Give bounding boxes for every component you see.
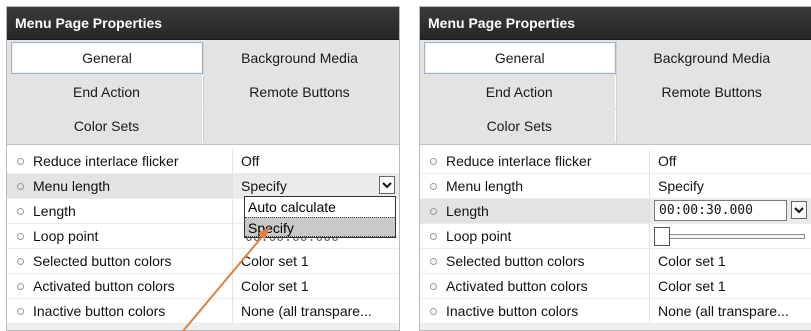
slider-thumb[interactable] xyxy=(654,227,670,246)
tab-color-sets[interactable]: Color Sets xyxy=(424,110,616,142)
tab-remote-buttons[interactable]: Remote Buttons xyxy=(615,76,808,108)
length-time-input[interactable]: 00:00:30.000 xyxy=(654,200,787,221)
chevron-down-icon[interactable] xyxy=(791,201,807,219)
circle-bullet-icon xyxy=(430,257,437,265)
property-name: Loop point xyxy=(33,228,99,244)
tab-general[interactable]: General xyxy=(424,42,616,74)
menu-length-selected-value: Specify xyxy=(241,178,287,194)
menu-length-select[interactable]: Specify xyxy=(233,174,399,198)
property-name: Menu length xyxy=(33,178,111,194)
property-value[interactable]: Color set 1 xyxy=(233,274,399,298)
property-value[interactable]: Color set 1 xyxy=(233,249,399,273)
tab-general[interactable]: General xyxy=(11,42,203,74)
circle-bullet-icon xyxy=(430,282,437,290)
circle-bullet-icon xyxy=(430,182,437,190)
slider-track[interactable] xyxy=(654,234,805,239)
circle-bullet-icon xyxy=(17,207,24,215)
tab-empty-slot xyxy=(615,110,808,142)
property-name: Activated button colors xyxy=(446,278,588,294)
tab-strip: General Background Media End Action Remo… xyxy=(7,40,399,145)
tab-background-media[interactable]: Background Media xyxy=(615,42,808,74)
circle-bullet-icon xyxy=(17,307,24,315)
tab-empty-slot xyxy=(203,110,395,142)
property-row-selected-button-colors[interactable]: Selected button colors Color set 1 xyxy=(420,249,811,274)
property-row-reduce-interlace-flicker[interactable]: Reduce interlace flicker Off xyxy=(420,149,811,174)
property-row-inactive-button-colors[interactable]: Inactive button colors None (all transpa… xyxy=(420,299,811,324)
tab-remote-buttons[interactable]: Remote Buttons xyxy=(203,76,395,108)
panel-title: Menu Page Properties xyxy=(420,7,811,40)
circle-bullet-icon xyxy=(17,257,24,265)
circle-bullet-icon xyxy=(17,157,24,165)
menu-page-properties-panel-right: Menu Page Properties General Background … xyxy=(419,6,811,331)
circle-bullet-icon xyxy=(430,307,437,315)
property-value[interactable]: Specify xyxy=(650,174,811,198)
property-row-menu-length[interactable]: Menu length Specify xyxy=(420,174,811,199)
tab-strip: General Background Media End Action Remo… xyxy=(420,40,811,145)
property-name: Length xyxy=(33,203,76,219)
chevron-down-icon[interactable] xyxy=(379,176,395,194)
property-value[interactable]: Color set 1 xyxy=(650,274,811,298)
property-value[interactable]: Off xyxy=(233,149,399,173)
property-row-length[interactable]: Length 00:00:30.000 xyxy=(420,199,811,224)
property-name: Reduce interlace flicker xyxy=(33,153,179,169)
tab-end-action[interactable]: End Action xyxy=(424,76,616,108)
length-time-editor[interactable]: 00:00:30.000 xyxy=(650,199,811,223)
property-grid: Reduce interlace flicker Off Menu length… xyxy=(420,145,811,324)
tab-color-sets[interactable]: Color Sets xyxy=(11,110,203,142)
property-name: Menu length xyxy=(446,178,524,194)
dropdown-option-specify[interactable]: Specify xyxy=(245,217,395,237)
circle-bullet-icon xyxy=(17,182,24,190)
panel-title: Menu Page Properties xyxy=(7,7,399,40)
circle-bullet-icon xyxy=(430,232,437,240)
property-value[interactable]: Off xyxy=(650,149,811,173)
property-name: Inactive button colors xyxy=(33,303,166,319)
property-value[interactable]: Color set 1 xyxy=(650,249,811,273)
property-row-loop-point[interactable]: Loop point xyxy=(420,224,811,249)
property-name: Loop point xyxy=(446,228,512,244)
property-row-activated-button-colors[interactable]: Activated button colors Color set 1 xyxy=(7,274,399,299)
circle-bullet-icon xyxy=(430,157,437,165)
property-name: Length xyxy=(446,203,489,219)
circle-bullet-icon xyxy=(17,232,24,240)
property-row-activated-button-colors[interactable]: Activated button colors Color set 1 xyxy=(420,274,811,299)
circle-bullet-icon xyxy=(430,207,437,215)
tab-background-media[interactable]: Background Media xyxy=(203,42,395,74)
property-name: Reduce interlace flicker xyxy=(446,153,592,169)
circle-bullet-icon xyxy=(17,282,24,290)
property-name: Inactive button colors xyxy=(446,303,579,319)
property-name: Selected button colors xyxy=(33,253,172,269)
loop-point-slider[interactable] xyxy=(650,224,811,248)
property-row-inactive-button-colors[interactable]: Inactive button colors None (all transpa… xyxy=(7,299,399,324)
dropdown-option-auto-calculate[interactable]: Auto calculate xyxy=(245,197,395,217)
property-value[interactable]: None (all transpare... xyxy=(233,299,399,323)
property-name: Selected button colors xyxy=(446,253,585,269)
screenshot-stage: Menu Page Properties General Background … xyxy=(0,0,811,331)
property-name: Activated button colors xyxy=(33,278,175,294)
menu-page-properties-panel-left: Menu Page Properties General Background … xyxy=(6,6,400,331)
property-row-reduce-interlace-flicker[interactable]: Reduce interlace flicker Off xyxy=(7,149,399,174)
menu-length-dropdown-list: Auto calculate Specify xyxy=(244,196,396,238)
property-value[interactable]: None (all transpare... xyxy=(650,299,811,323)
tab-end-action[interactable]: End Action xyxy=(11,76,203,108)
property-row-selected-button-colors[interactable]: Selected button colors Color set 1 xyxy=(7,249,399,274)
